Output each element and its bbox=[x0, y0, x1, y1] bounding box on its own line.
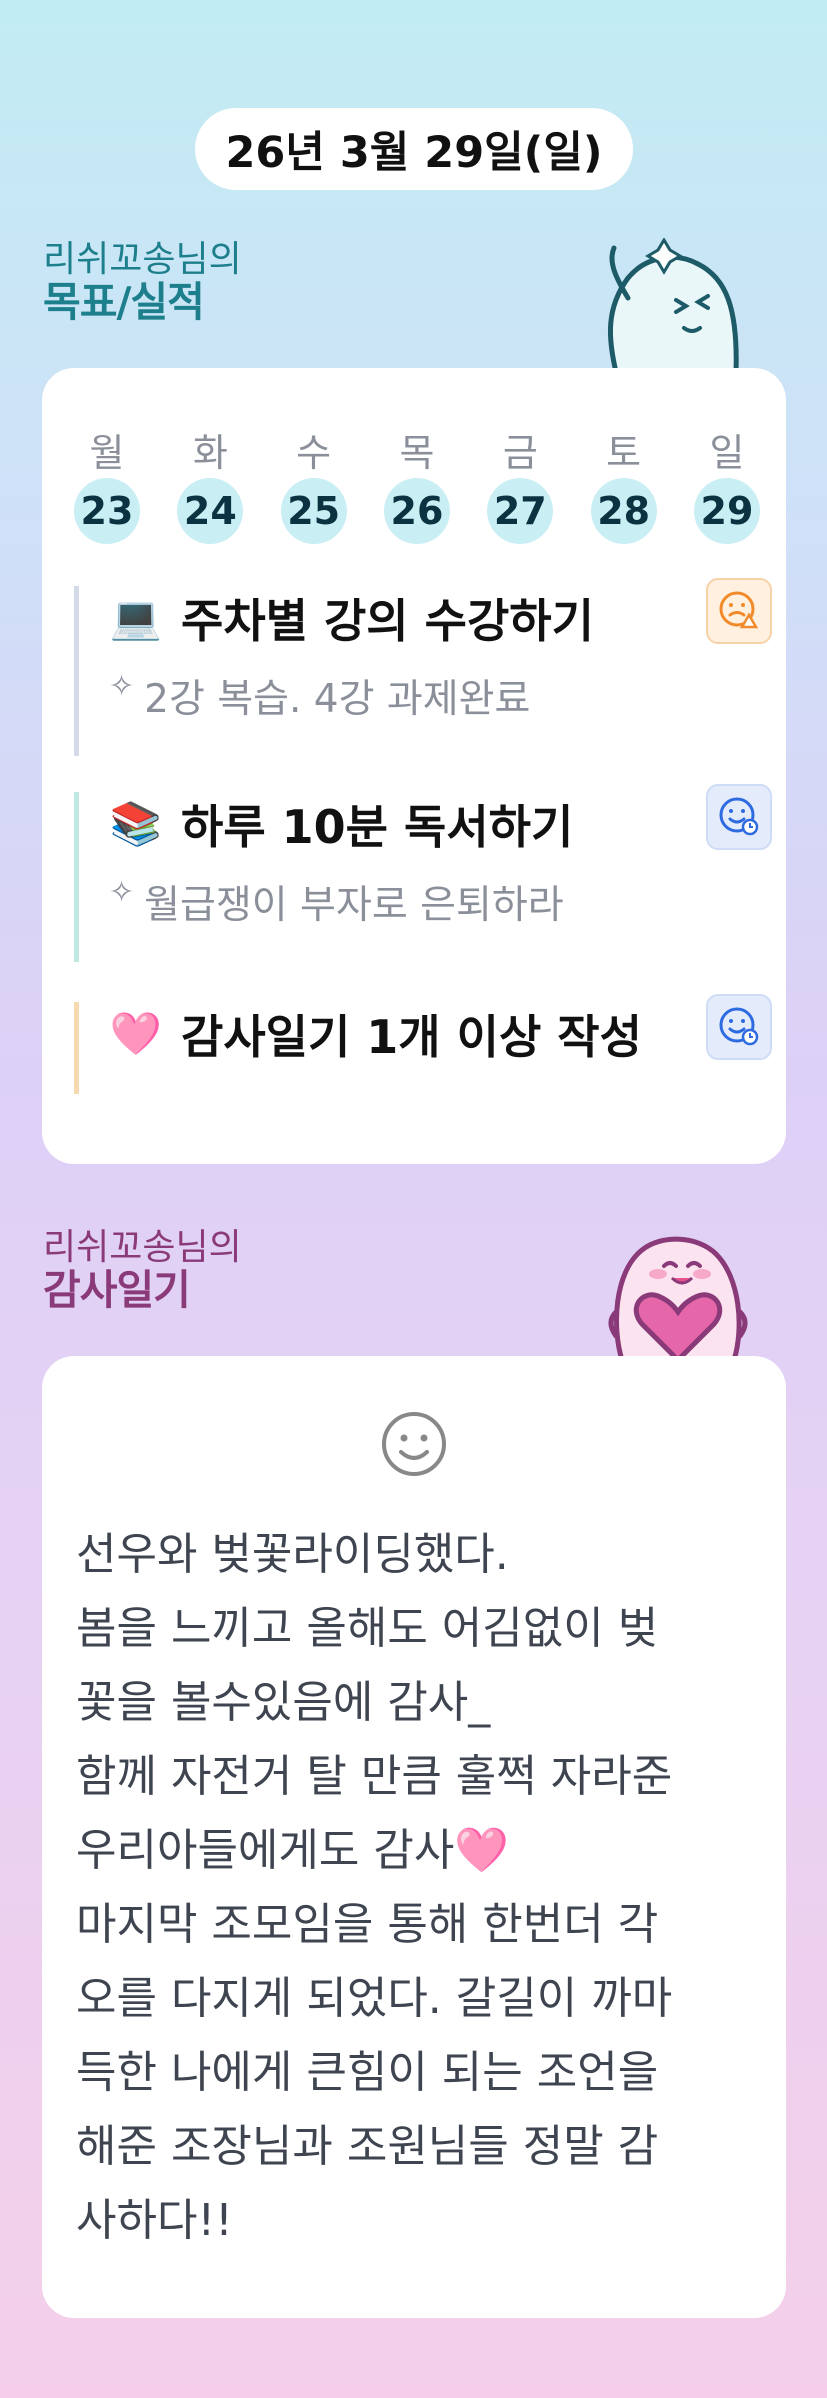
goal-note-row: ✧ 2강 복습. 4강 과제완료 bbox=[109, 668, 764, 724]
goal-note-row: ✧ 월급쟁이 부자로 은퇴하라 bbox=[109, 874, 764, 930]
smiley-icon[interactable] bbox=[380, 1410, 448, 1478]
day-label: 토 bbox=[606, 431, 642, 475]
pink-heart-icon: 🩷 bbox=[109, 1009, 163, 1058]
goals-section-subtitle: 리쉬꼬송님의 bbox=[43, 239, 242, 280]
ghost-mascot-icon bbox=[608, 238, 739, 372]
day-label: 금 bbox=[502, 431, 538, 475]
day-mon[interactable]: 월 23 bbox=[72, 428, 142, 544]
goal-title: 하루 10분 독서하기 bbox=[181, 800, 574, 854]
diary-section-title: 감사일기 bbox=[43, 1266, 191, 1314]
sparkle-icon: ✧ bbox=[109, 668, 135, 704]
goals-section-title: 목표/실적 bbox=[43, 278, 205, 326]
day-number: 27 bbox=[487, 478, 554, 544]
day-label: 일 bbox=[709, 431, 745, 475]
diary-text: 선우와 벚꽃라이딩했다. 봄을 느끼고 올해도 어김없이 벚 꽃을 볼수있음에 … bbox=[76, 1529, 673, 2246]
diary-section-subtitle: 리쉬꼬송님의 bbox=[43, 1227, 242, 1268]
goal-note: 월급쟁이 부자로 은퇴하라 bbox=[144, 883, 564, 928]
sparkle-icon: ✧ bbox=[109, 874, 135, 910]
goals-section-header: 리쉬꼬송님의 목표/실적 bbox=[43, 239, 242, 326]
day-sat[interactable]: 토 28 bbox=[589, 428, 659, 544]
day-label: 월 bbox=[89, 431, 125, 475]
heart-mascot-icon bbox=[608, 1236, 748, 1360]
day-tue[interactable]: 화 24 bbox=[175, 428, 245, 544]
day-number: 28 bbox=[590, 478, 657, 544]
day-number: 24 bbox=[177, 478, 244, 544]
goal-note: 2강 복습. 4강 과제완료 bbox=[144, 677, 531, 722]
smiley-clock-icon[interactable] bbox=[706, 784, 772, 850]
day-number: 23 bbox=[74, 478, 140, 544]
books-icon: 📚 bbox=[109, 799, 163, 848]
goal-title: 주차별 강의 수강하기 bbox=[181, 594, 594, 648]
goal-title-row: 💻 주차별 강의 수강하기 bbox=[109, 586, 764, 650]
smiley-clock-icon[interactable] bbox=[706, 994, 772, 1060]
goal-item[interactable]: 📚 하루 10분 독서하기 ✧ 월급쟁이 부자로 은퇴하라 bbox=[74, 784, 772, 962]
week-strip: 월 23 화 24 수 25 목 26 금 27 토 28 일 29 bbox=[72, 428, 762, 544]
day-wed[interactable]: 수 25 bbox=[279, 428, 349, 544]
goal-item[interactable]: 💻 주차별 강의 수강하기 ✧ 2강 복습. 4강 과제완료 bbox=[74, 578, 772, 756]
laptop-icon: 💻 bbox=[109, 593, 163, 642]
goal-item[interactable]: 🩷 감사일기 1개 이상 작성 bbox=[74, 994, 772, 1094]
day-number: 29 bbox=[693, 478, 760, 544]
day-fri[interactable]: 금 27 bbox=[485, 428, 555, 544]
diary-section-header: 리쉬꼬송님의 감사일기 bbox=[43, 1227, 242, 1314]
day-label: 수 bbox=[296, 431, 332, 475]
day-label: 목 bbox=[399, 431, 435, 475]
diary-card: 선우와 벚꽃라이딩했다. 봄을 느끼고 올해도 어김없이 벚 꽃을 볼수있음에 … bbox=[42, 1356, 786, 2318]
day-number: 26 bbox=[383, 478, 450, 544]
day-sun[interactable]: 일 29 bbox=[692, 428, 762, 544]
day-label: 화 bbox=[192, 431, 228, 475]
date-pill[interactable]: 26년 3월 29일(일) bbox=[195, 108, 633, 190]
smiley-warning-icon[interactable] bbox=[706, 578, 772, 644]
goal-title-row: 📚 하루 10분 독서하기 bbox=[109, 792, 764, 856]
goal-title-row: 🩷 감사일기 1개 이상 작성 bbox=[109, 1002, 764, 1066]
day-number: 25 bbox=[280, 478, 347, 544]
goal-title: 감사일기 1개 이상 작성 bbox=[181, 1010, 642, 1064]
goals-card: 월 23 화 24 수 25 목 26 금 27 토 28 일 29 💻 주차별 강의 수강하… bbox=[42, 368, 786, 1164]
day-thu[interactable]: 목 26 bbox=[382, 428, 452, 544]
